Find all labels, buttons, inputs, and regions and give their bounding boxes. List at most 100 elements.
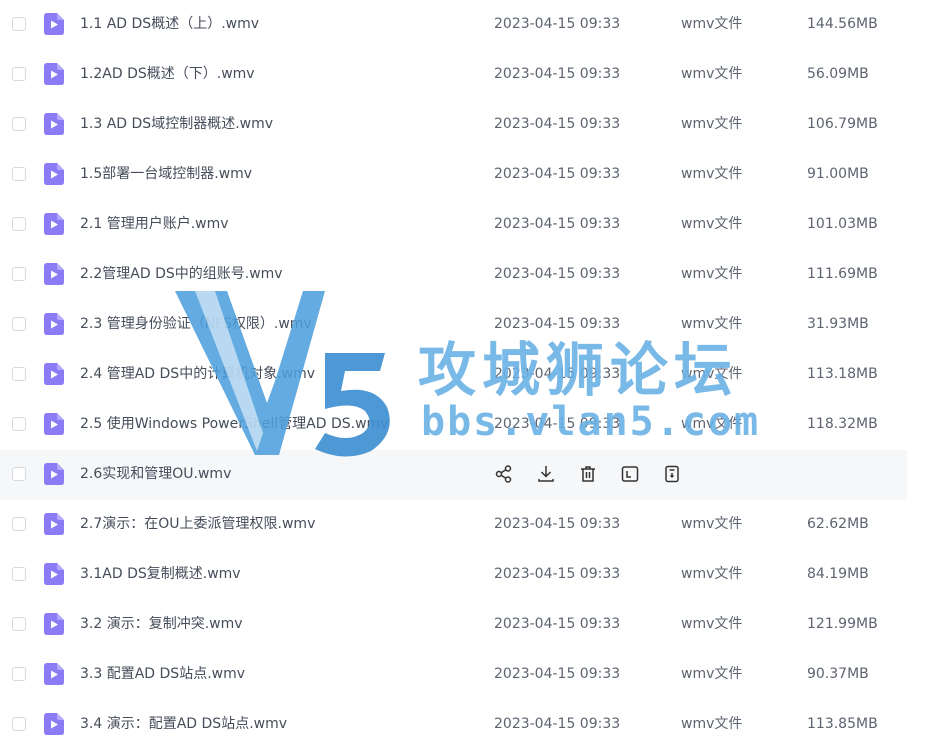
file-name[interactable]: 3.2 演示：复制冲突.wmv: [80, 600, 243, 648]
video-file-icon: [44, 563, 64, 585]
video-file-icon: [44, 13, 64, 35]
file-date: 2023-04-15 09:33: [494, 166, 621, 182]
file-date: 2023-04-15 09:33: [494, 416, 621, 432]
file-type: wmv文件: [681, 616, 743, 632]
file-row[interactable]: 2.4 管理AD DS中的计算机对象.wmv 2023-04-15 09:33 …: [0, 350, 942, 400]
file-type: wmv文件: [681, 266, 743, 282]
row-checkbox[interactable]: [12, 217, 26, 231]
file-row[interactable]: 2.2管理AD DS中的组账号.wmv 2023-04-15 09:33 wmv…: [0, 250, 942, 300]
file-date: 2023-04-15 09:33: [494, 16, 621, 32]
file-type: wmv文件: [681, 66, 743, 82]
file-type: wmv文件: [681, 16, 743, 32]
file-row[interactable]: 2.3 管理身份验证（NFS权限）.wmv 2023-04-15 09:33 w…: [0, 300, 942, 350]
file-type: wmv文件: [681, 516, 743, 532]
download-icon[interactable]: [536, 464, 556, 484]
row-checkbox[interactable]: [12, 417, 26, 431]
file-size: 31.93MB: [807, 316, 869, 332]
row-checkbox[interactable]: [12, 117, 26, 131]
row-checkbox[interactable]: [12, 167, 26, 181]
file-row[interactable]: 1.5部署一台域控制器.wmv 2023-04-15 09:33 wmv文件 9…: [0, 150, 942, 200]
video-file-icon: [44, 513, 64, 535]
file-date: 2023-04-15 09:33: [494, 716, 621, 732]
file-date: 2023-04-15 09:33: [494, 366, 621, 382]
file-type: wmv文件: [681, 716, 743, 732]
rename-icon[interactable]: [620, 464, 640, 484]
file-size: 90.37MB: [807, 666, 869, 682]
video-file-icon: [44, 113, 64, 135]
file-row[interactable]: 1.1 AD DS概述（上）.wmv 2023-04-15 09:33 wmv文…: [0, 0, 942, 50]
file-size: 91.00MB: [807, 166, 869, 182]
file-name[interactable]: 1.3 AD DS域控制器概述.wmv: [80, 100, 273, 148]
file-date: 2023-04-15 09:33: [494, 316, 621, 332]
file-name[interactable]: 2.2管理AD DS中的组账号.wmv: [80, 250, 283, 298]
file-date: 2023-04-15 09:33: [494, 66, 621, 82]
file-size: 113.85MB: [807, 716, 878, 732]
file-row[interactable]: 3.1AD DS复制概述.wmv 2023-04-15 09:33 wmv文件 …: [0, 550, 942, 600]
row-checkbox[interactable]: [12, 317, 26, 331]
delete-icon[interactable]: [578, 464, 598, 484]
row-checkbox[interactable]: [12, 667, 26, 681]
file-size: 101.03MB: [807, 216, 878, 232]
share-icon[interactable]: [494, 464, 514, 484]
file-name[interactable]: 3.1AD DS复制概述.wmv: [80, 550, 241, 598]
file-row[interactable]: 2.5 使用Windows PowerShell管理AD DS.wmv 2023…: [0, 400, 942, 450]
file-row[interactable]: 1.3 AD DS域控制器概述.wmv 2023-04-15 09:33 wmv…: [0, 100, 942, 150]
row-checkbox[interactable]: [12, 367, 26, 381]
video-file-icon: [44, 213, 64, 235]
file-type: wmv文件: [681, 116, 743, 132]
move-icon[interactable]: [662, 464, 682, 484]
file-row[interactable]: 2.7演示：在OU上委派管理权限.wmv 2023-04-15 09:33 wm…: [0, 500, 942, 550]
file-date: 2023-04-15 09:33: [494, 216, 621, 232]
video-file-icon: [44, 613, 64, 635]
video-file-icon: [44, 263, 64, 285]
row-checkbox[interactable]: [12, 567, 26, 581]
file-size: 144.56MB: [807, 16, 878, 32]
video-file-icon: [44, 313, 64, 335]
file-date: 2023-04-15 09:33: [494, 666, 621, 682]
file-name[interactable]: 2.4 管理AD DS中的计算机对象.wmv: [80, 350, 315, 398]
file-size: 118.32MB: [807, 416, 878, 432]
file-row[interactable]: 3.3 配置AD DS站点.wmv 2023-04-15 09:33 wmv文件…: [0, 650, 942, 700]
video-file-icon: [44, 413, 64, 435]
row-checkbox[interactable]: [12, 267, 26, 281]
video-file-icon: [44, 363, 64, 385]
file-row[interactable]: 2.1 管理用户账户.wmv 2023-04-15 09:33 wmv文件 10…: [0, 200, 942, 250]
file-name[interactable]: 2.5 使用Windows PowerShell管理AD DS.wmv: [80, 400, 388, 448]
file-name[interactable]: 3.4 演示：配置AD DS站点.wmv: [80, 700, 287, 748]
file-name[interactable]: 2.6实现和管理OU.wmv: [80, 450, 231, 498]
file-type: wmv文件: [681, 166, 743, 182]
file-type: wmv文件: [681, 566, 743, 582]
video-file-icon: [44, 63, 64, 85]
file-date: 2023-04-15 09:33: [494, 616, 621, 632]
file-name[interactable]: 2.3 管理身份验证（NFS权限）.wmv: [80, 300, 312, 348]
video-file-icon: [44, 163, 64, 185]
file-row-hovered[interactable]: 2.6实现和管理OU.wmv: [0, 450, 907, 500]
row-checkbox[interactable]: [12, 67, 26, 81]
file-name[interactable]: 2.1 管理用户账户.wmv: [80, 200, 229, 248]
file-type: wmv文件: [681, 316, 743, 332]
row-checkbox[interactable]: [12, 617, 26, 631]
row-checkbox[interactable]: [12, 467, 26, 481]
file-name[interactable]: 2.7演示：在OU上委派管理权限.wmv: [80, 500, 315, 548]
video-file-icon: [44, 463, 64, 485]
file-type: wmv文件: [681, 216, 743, 232]
file-name[interactable]: 1.5部署一台域控制器.wmv: [80, 150, 252, 198]
file-date: 2023-04-15 09:33: [494, 516, 621, 532]
file-size: 113.18MB: [807, 366, 878, 382]
file-name[interactable]: 1.2AD DS概述（下）.wmv: [80, 50, 255, 98]
row-checkbox[interactable]: [12, 17, 26, 31]
row-checkbox[interactable]: [12, 517, 26, 531]
file-name[interactable]: 3.3 配置AD DS站点.wmv: [80, 650, 245, 698]
file-row[interactable]: 3.2 演示：复制冲突.wmv 2023-04-15 09:33 wmv文件 1…: [0, 600, 942, 650]
file-type: wmv文件: [681, 366, 743, 382]
file-type: wmv文件: [681, 666, 743, 682]
file-size: 56.09MB: [807, 66, 869, 82]
file-row[interactable]: 3.4 演示：配置AD DS站点.wmv 2023-04-15 09:33 wm…: [0, 700, 942, 750]
file-date: 2023-04-15 09:33: [494, 266, 621, 282]
row-checkbox[interactable]: [12, 717, 26, 731]
file-name[interactable]: 1.1 AD DS概述（上）.wmv: [80, 0, 259, 48]
video-file-icon: [44, 713, 64, 735]
file-size: 84.19MB: [807, 566, 869, 582]
file-row[interactable]: 1.2AD DS概述（下）.wmv 2023-04-15 09:33 wmv文件…: [0, 50, 942, 100]
file-size: 62.62MB: [807, 516, 869, 532]
